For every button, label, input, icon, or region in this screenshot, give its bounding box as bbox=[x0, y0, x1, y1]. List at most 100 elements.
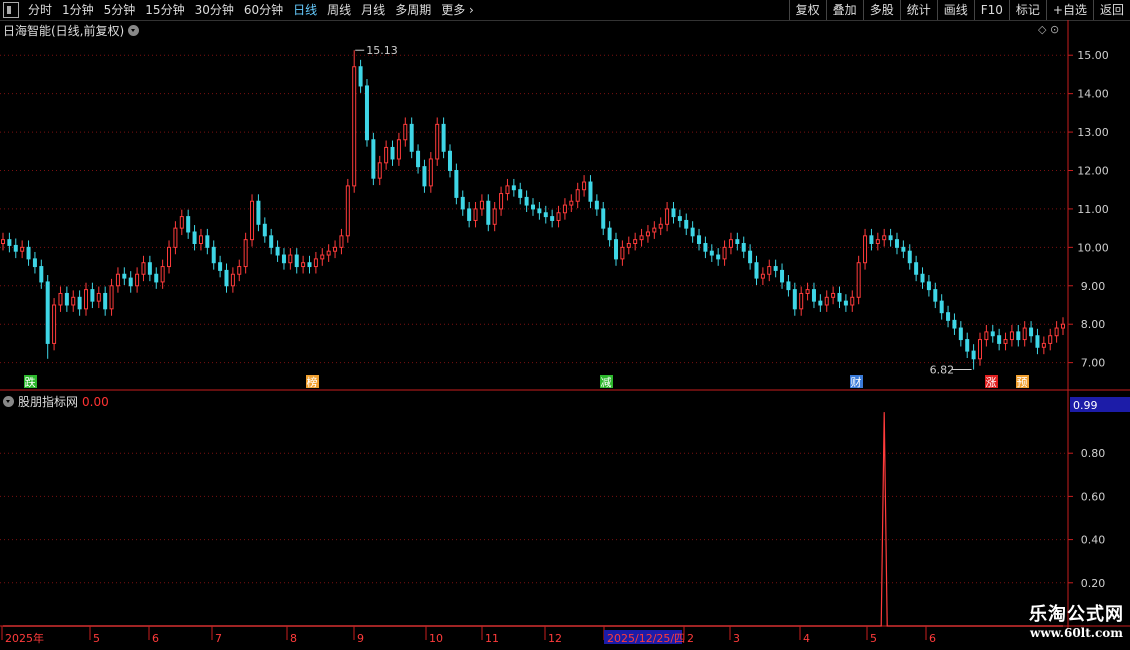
candle-body bbox=[352, 66, 357, 187]
price-tick-label: 8.00 bbox=[1081, 318, 1106, 331]
candle-body bbox=[250, 200, 255, 241]
candle-body bbox=[818, 300, 823, 306]
event-marker-label-5: 预 bbox=[1017, 376, 1028, 389]
price-tick-label: 12.00 bbox=[1077, 164, 1109, 177]
candle-body bbox=[863, 235, 868, 264]
candle-body bbox=[977, 339, 982, 360]
candle-body bbox=[486, 200, 491, 225]
candle-body bbox=[697, 235, 702, 245]
candle-body bbox=[160, 266, 165, 283]
candle-body bbox=[786, 281, 791, 291]
indicator-line bbox=[3, 412, 1063, 627]
date-label-7: 11 bbox=[485, 632, 499, 645]
candle-body bbox=[237, 266, 242, 275]
candle-body bbox=[741, 243, 746, 252]
candle-body bbox=[1061, 323, 1065, 329]
event-marker-label-4: 涨 bbox=[986, 376, 997, 389]
candle-body bbox=[96, 292, 101, 302]
candle-body bbox=[301, 262, 306, 268]
candle-body bbox=[920, 273, 925, 283]
candle-body bbox=[447, 150, 452, 171]
candle-body bbox=[135, 273, 140, 287]
candle-body bbox=[492, 208, 497, 225]
price-tick-label: 13.00 bbox=[1077, 126, 1109, 139]
date-label-5: 9 bbox=[357, 632, 364, 645]
candle-body bbox=[192, 231, 197, 245]
candle-body bbox=[473, 208, 478, 221]
date-label-11: 3 bbox=[733, 632, 740, 645]
candle-body bbox=[614, 239, 619, 260]
date-label-0: 2025年 bbox=[5, 631, 44, 645]
indicator-tick-label: 0.40 bbox=[1081, 534, 1106, 547]
price-tick-label: 7.00 bbox=[1081, 357, 1106, 370]
candle-body bbox=[639, 235, 644, 241]
candle-body bbox=[703, 243, 708, 252]
candle-body bbox=[262, 223, 267, 237]
candle-body bbox=[32, 258, 37, 268]
candle-body bbox=[77, 296, 82, 310]
candle-body bbox=[754, 262, 759, 279]
candle-body bbox=[90, 289, 95, 302]
candle-body bbox=[728, 239, 733, 248]
candle-body bbox=[1041, 342, 1046, 348]
candle-body bbox=[773, 266, 778, 271]
candle-body bbox=[760, 273, 765, 279]
candle-body bbox=[888, 235, 893, 241]
candle-body bbox=[594, 200, 599, 210]
candle-body bbox=[894, 239, 899, 248]
candle-body bbox=[684, 219, 689, 229]
candle-body bbox=[626, 243, 631, 248]
candle-body bbox=[645, 231, 650, 237]
candle-body bbox=[58, 292, 63, 306]
candle-body bbox=[607, 227, 612, 241]
candle-body bbox=[939, 300, 944, 314]
date-label-4: 8 bbox=[290, 632, 297, 645]
date-label-9: 2025/12/25/四 bbox=[607, 632, 685, 645]
price-tick-label: 15.00 bbox=[1077, 49, 1109, 62]
candle-body bbox=[511, 185, 516, 191]
candle-body bbox=[224, 269, 229, 287]
candle-body bbox=[716, 254, 721, 260]
candle-body bbox=[339, 235, 344, 248]
chart-canvas[interactable]: 15.00 14.00 13.00 12.00 11.00 10.00 9.00 8.00 7.… bbox=[0, 0, 1130, 650]
candle-body bbox=[875, 239, 880, 245]
candle-body bbox=[824, 296, 829, 306]
candle-body bbox=[1, 239, 5, 245]
candle-body bbox=[767, 266, 772, 275]
indicator-badge-label: 0.99 bbox=[1073, 399, 1098, 412]
candle-body bbox=[901, 246, 906, 252]
candle-body bbox=[690, 227, 695, 237]
candle-body bbox=[384, 146, 389, 164]
candle-body bbox=[658, 223, 663, 229]
candle-body bbox=[211, 246, 216, 264]
event-marker-label-1: 榜 bbox=[307, 375, 318, 389]
candle-body bbox=[633, 239, 638, 245]
date-label-12: 4 bbox=[803, 632, 810, 645]
indicator-tick-label: 0.20 bbox=[1081, 577, 1106, 590]
candle-body bbox=[435, 123, 440, 160]
price-tick-label: 14.00 bbox=[1077, 88, 1109, 101]
candle-body bbox=[946, 312, 951, 321]
candle-body bbox=[218, 262, 223, 271]
candle-body bbox=[377, 162, 382, 179]
candle-body bbox=[958, 327, 963, 341]
candle-body bbox=[422, 166, 427, 187]
candle-body bbox=[416, 150, 421, 168]
candle-body bbox=[109, 285, 114, 310]
candle-body bbox=[115, 273, 120, 287]
candle-body bbox=[926, 281, 931, 291]
candle-body bbox=[677, 216, 682, 221]
candle-body bbox=[505, 185, 510, 195]
date-label-6: 10 bbox=[429, 632, 443, 645]
candle-body bbox=[428, 158, 433, 187]
event-marker-label-2: 减 bbox=[601, 376, 612, 389]
candle-body bbox=[1003, 339, 1008, 344]
candle-body bbox=[665, 208, 670, 225]
candle-body bbox=[780, 269, 785, 283]
date-label-14: 6 bbox=[929, 632, 936, 645]
candle-body bbox=[831, 292, 836, 298]
candle-body bbox=[601, 208, 606, 229]
candle-body bbox=[71, 296, 76, 306]
candle-body bbox=[537, 208, 542, 214]
candle-body bbox=[396, 139, 401, 160]
